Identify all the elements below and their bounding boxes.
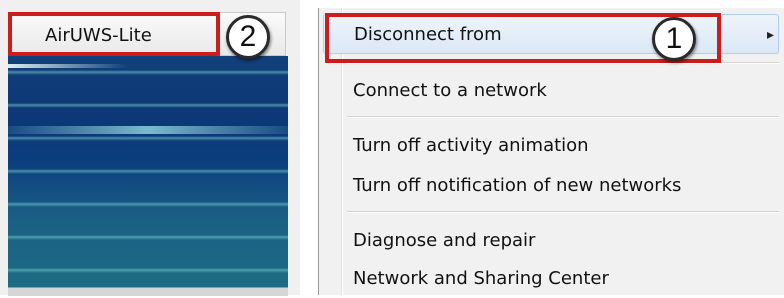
menu-item-label: Diagnose and repair <box>353 229 536 251</box>
menu-item-label: Network and Sharing Center <box>353 267 609 289</box>
menu-item-label: Turn off notification of new networks <box>353 174 682 196</box>
callout-badge-2: 2 <box>226 15 270 59</box>
menu-separator <box>347 211 779 213</box>
menu-item-turn-off-activity-animation[interactable]: Turn off activity animation <box>323 125 779 165</box>
menu-item-turn-off-notification[interactable]: Turn off notification of new networks <box>323 165 779 205</box>
annotation-box-2 <box>8 12 220 56</box>
menu-item-label: Turn off activity animation <box>353 134 589 156</box>
menu-item-diagnose-and-repair[interactable]: Diagnose and repair <box>323 220 779 260</box>
callout-number: 2 <box>239 20 257 53</box>
menu-item-label: Connect to a network <box>353 79 547 101</box>
desktop-wallpaper <box>8 56 288 287</box>
menu-separator <box>347 116 779 118</box>
triangle-right-icon: ▸ <box>766 27 774 43</box>
menu-item-connect-to-network[interactable]: Connect to a network <box>323 70 779 110</box>
callout-number: 1 <box>665 22 683 55</box>
menu-item-network-sharing-center[interactable]: Network and Sharing Center <box>323 258 779 298</box>
callout-badge-1: 1 <box>652 17 696 61</box>
